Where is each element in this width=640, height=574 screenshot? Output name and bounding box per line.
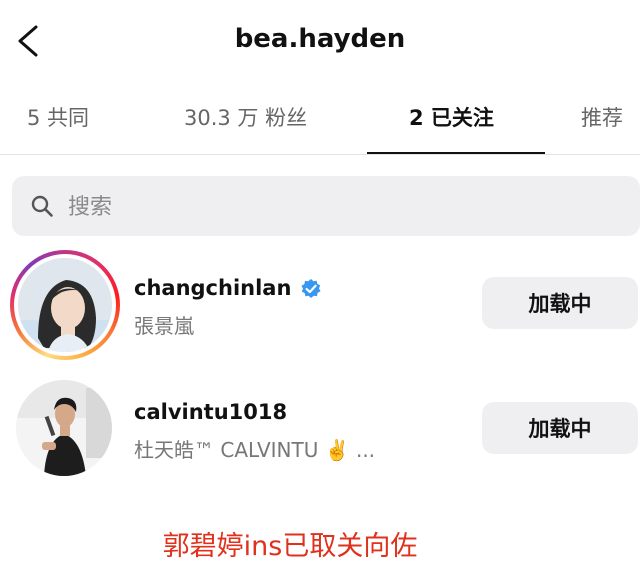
search-input[interactable] [66,186,610,228]
avatar-portrait [18,258,112,352]
username[interactable]: changchinlan [134,276,291,300]
caption-overlay: 郭碧婷ins已取关向佐 [162,531,418,562]
full-name: 張景嵐 [134,314,194,338]
follow-button[interactable]: 加载中 [482,277,638,329]
tab-mutual[interactable]: 5 共同 [27,102,89,132]
verified-badge-icon [301,279,321,298]
tab-followers[interactable]: 30.3 万 粉丝 [184,102,307,132]
search-icon [31,195,53,217]
tab-suggested[interactable]: 推荐 [581,102,623,132]
page-title: bea.hayden [234,24,406,54]
tabs-divider [0,154,640,155]
full-name: 杜天皓™ CALVINTU ✌️ ... [134,438,376,462]
avatar-portrait [16,380,112,476]
avatar[interactable] [18,258,112,352]
follow-button[interactable]: 加载中 [482,402,638,454]
avatar[interactable] [16,380,112,476]
username[interactable]: calvintu1018 [134,400,287,424]
tab-following[interactable]: 2 已关注 [409,102,494,132]
